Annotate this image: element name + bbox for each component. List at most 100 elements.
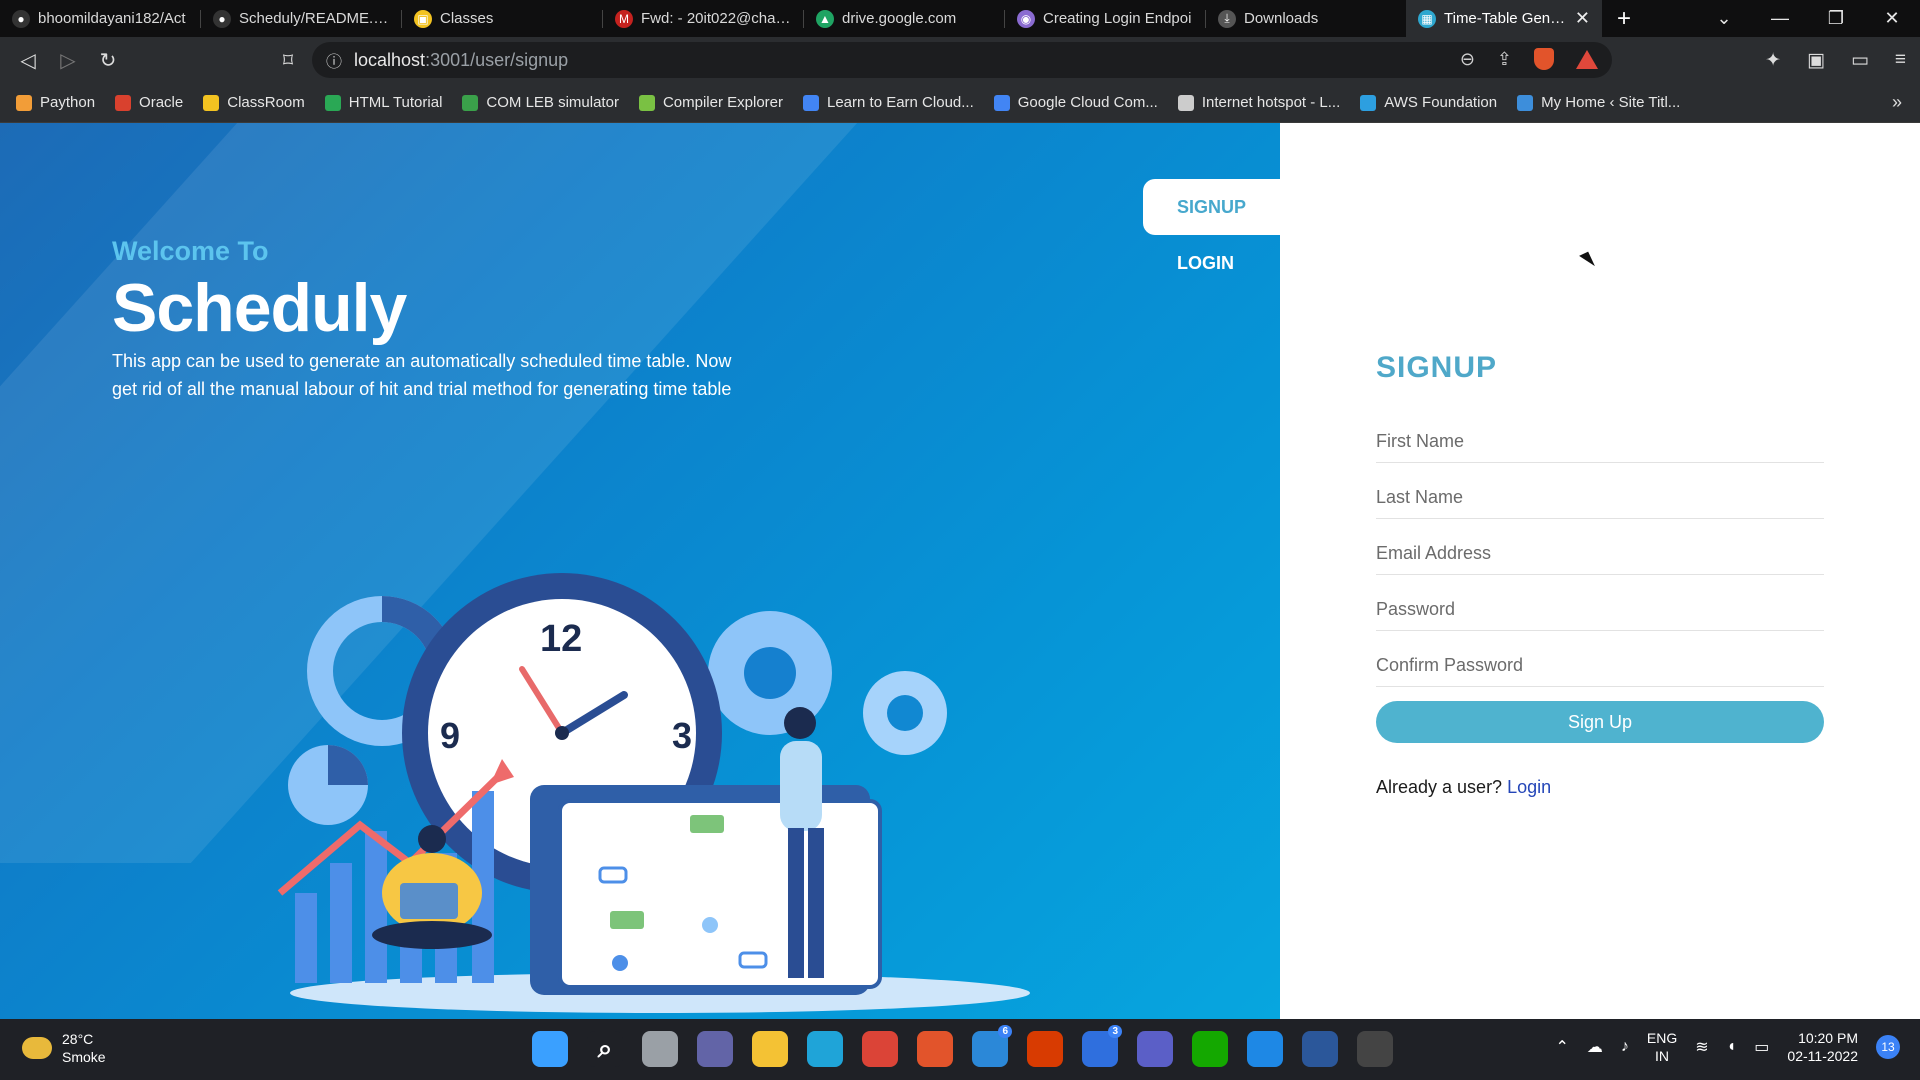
- url-path: :3001/user/signup: [425, 49, 569, 70]
- extensions-icon[interactable]: ✦: [1765, 49, 1781, 72]
- battery-icon[interactable]: ▭: [1754, 1037, 1769, 1057]
- last-name-input[interactable]: [1376, 463, 1824, 519]
- browser-tab[interactable]: ⤓ Downloads: [1206, 0, 1406, 37]
- classroom-icon: [203, 94, 220, 111]
- bookmark-label: AWS Foundation: [1384, 94, 1498, 111]
- login-prompt-text: Already a user?: [1376, 777, 1503, 797]
- app-title: Scheduly: [112, 270, 407, 346]
- tab-login[interactable]: LOGIN: [1143, 235, 1283, 291]
- tab-title: Fwd: - 20it022@charus: [641, 10, 791, 27]
- browser-tab[interactable]: ● Scheduly/README.md: [201, 0, 401, 37]
- hotspot-icon: [1177, 94, 1194, 111]
- lang-code: ENG: [1646, 1030, 1678, 1046]
- plus-icon: [462, 94, 479, 111]
- url-text[interactable]: localhost:3001/user/signup: [354, 50, 568, 71]
- zoom-icon[interactable]: ⊖: [1460, 49, 1475, 70]
- browser-tab[interactable]: ● bhoomildayani182/Act: [0, 0, 200, 37]
- bookmark-icon[interactable]: ⌑: [268, 48, 308, 73]
- app-badge: 6: [998, 1025, 1012, 1038]
- site-info-icon[interactable]: ⓘ: [326, 48, 342, 72]
- teams-icon[interactable]: [1137, 1031, 1173, 1067]
- browser-tab[interactable]: ▲ drive.google.com: [804, 0, 1004, 37]
- file-explorer-icon[interactable]: [752, 1031, 788, 1067]
- bookmark-item[interactable]: ClassRoom: [203, 94, 305, 111]
- edge-icon[interactable]: [807, 1031, 843, 1067]
- close-window-button[interactable]: ✕: [1864, 8, 1920, 29]
- brave-shields-icon[interactable]: [1534, 48, 1554, 70]
- todo-icon[interactable]: 3: [1082, 1025, 1122, 1067]
- bookmark-item[interactable]: Google Cloud Com...: [993, 94, 1158, 111]
- brave-rewards-icon[interactable]: [1576, 49, 1598, 69]
- bookmark-item[interactable]: AWS Foundation: [1360, 94, 1497, 111]
- close-tab-icon[interactable]: ✕: [1575, 8, 1590, 29]
- search-icon[interactable]: ⌕: [587, 1031, 623, 1067]
- password-input[interactable]: [1376, 575, 1824, 631]
- notification-badge[interactable]: 13: [1876, 1035, 1900, 1059]
- task-view-icon[interactable]: [642, 1031, 678, 1067]
- bookmarks-overflow-icon[interactable]: »: [1892, 92, 1902, 113]
- bookmark-item[interactable]: Paython: [16, 94, 95, 111]
- chrome-icon[interactable]: [862, 1031, 898, 1067]
- tab-search-icon[interactable]: ⌄: [1696, 8, 1752, 29]
- hero-panel: Welcome To Scheduly This app can be used…: [0, 123, 1283, 1019]
- login-link[interactable]: Login: [1507, 777, 1551, 797]
- browser-tab[interactable]: ▣ Classes: [402, 0, 602, 37]
- taskbar-apps: ⌕ 6 3: [532, 1025, 1393, 1067]
- confirm-password-input[interactable]: [1376, 631, 1824, 687]
- email-input[interactable]: [1376, 519, 1824, 575]
- forward-icon[interactable]: ▷: [48, 48, 88, 73]
- bookmark-item[interactable]: My Home ‹ Site Titl...: [1517, 94, 1680, 111]
- browser-toolbar: ◁ ▷ ↻ ⌑ ⓘ localhost:3001/user/signup ⊖ ⇪…: [0, 37, 1920, 83]
- share-icon[interactable]: ⇪: [1497, 49, 1512, 70]
- first-name-input[interactable]: [1376, 407, 1824, 463]
- onedrive-icon[interactable]: ☁: [1587, 1037, 1603, 1057]
- windows-taskbar: 28°C Smoke ⌕ 6 3 ⌃ ☁ ♪ ENG IN ≋ ◖ ▭ 10:20 …: [0, 1019, 1920, 1080]
- language-indicator[interactable]: ENG IN: [1647, 1029, 1677, 1065]
- word-icon[interactable]: [1302, 1031, 1338, 1067]
- start-icon[interactable]: [532, 1031, 568, 1067]
- bookmark-item[interactable]: Oracle: [115, 94, 183, 111]
- recorder-icon[interactable]: [1357, 1031, 1393, 1067]
- menu-icon[interactable]: ≡: [1895, 49, 1906, 72]
- chat-icon[interactable]: [697, 1031, 733, 1067]
- tab-title: Classes: [440, 10, 494, 27]
- vscode-icon[interactable]: [1247, 1031, 1283, 1067]
- bookmark-item[interactable]: HTML Tutorial: [324, 94, 443, 111]
- brave-icon[interactable]: [917, 1031, 953, 1067]
- volume-icon[interactable]: ◖: [1727, 1038, 1737, 1056]
- ce-icon: [638, 94, 655, 111]
- mouse-cursor-icon: [1579, 251, 1595, 271]
- tab-signup[interactable]: SIGNUP: [1143, 179, 1283, 235]
- new-tab-button[interactable]: +: [1602, 5, 1646, 33]
- browser-tab[interactable]: ◉ Creating Login Endpoi: [1005, 0, 1205, 37]
- wallet-icon[interactable]: ▭: [1851, 49, 1869, 72]
- reload-icon[interactable]: ↻: [88, 48, 128, 73]
- tab-active[interactable]: ▦ Time-Table Genera ✕: [1406, 0, 1602, 37]
- bookmark-label: HTML Tutorial: [348, 94, 443, 111]
- system-clock[interactable]: 10:20 PM 02-11-2022: [1787, 1029, 1858, 1065]
- download-icon: ⤓: [1218, 9, 1236, 28]
- office-icon[interactable]: [1027, 1031, 1063, 1067]
- minimize-button[interactable]: —: [1752, 8, 1808, 29]
- bookmark-label: My Home ‹ Site Titl...: [1541, 94, 1681, 111]
- address-bar[interactable]: ⓘ localhost:3001/user/signup ⊖ ⇪: [312, 42, 1612, 78]
- browser-tab[interactable]: M Fwd: - 20it022@charus: [603, 0, 803, 37]
- back-icon[interactable]: ◁: [8, 48, 48, 73]
- bookmark-label: Google Cloud Com...: [1017, 94, 1158, 111]
- show-hidden-icons-icon[interactable]: ⌃: [1555, 1037, 1568, 1057]
- weather-widget[interactable]: 28°C Smoke: [22, 1030, 106, 1066]
- omnibox-actions: ⊖ ⇪: [1460, 48, 1598, 70]
- bookmark-item[interactable]: Learn to Earn Cloud...: [803, 94, 974, 111]
- restore-button[interactable]: ❐: [1808, 8, 1864, 29]
- microphone-icon[interactable]: ♪: [1621, 1038, 1629, 1056]
- bookmark-item[interactable]: Compiler Explorer: [638, 94, 783, 111]
- mail-icon[interactable]: 6: [972, 1025, 1012, 1067]
- terminal-icon: [115, 94, 132, 111]
- sidebar-icon[interactable]: ▣: [1807, 49, 1825, 72]
- bookmark-item[interactable]: Internet hotspot - L...: [1177, 94, 1340, 111]
- wifi-icon[interactable]: ≋: [1695, 1037, 1708, 1057]
- signup-button[interactable]: Sign Up: [1376, 701, 1824, 743]
- login-prompt: Already a user? Login: [1376, 777, 1824, 798]
- bookmark-item[interactable]: COM LEB simulator: [462, 94, 619, 111]
- upwork-icon[interactable]: [1192, 1031, 1228, 1067]
